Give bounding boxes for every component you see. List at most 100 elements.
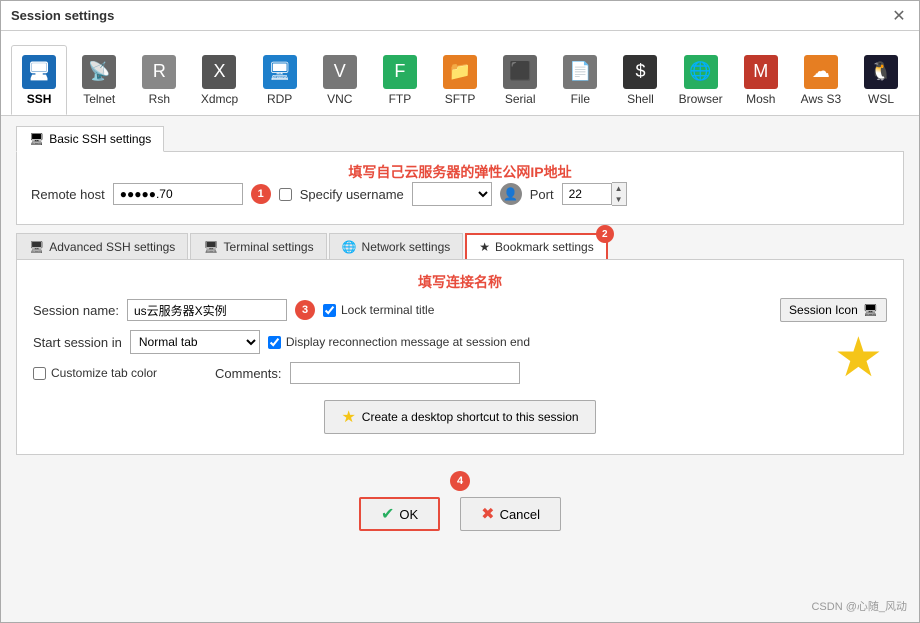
basic-ssh-panel: 🖥 Basic SSH settings 填写自己云服务器的弹性公网IP地址 R… <box>16 126 904 225</box>
shortcut-btn-wrap: ★ Create a desktop shortcut to this sess… <box>33 392 887 442</box>
proto-tab-rsh[interactable]: R Rsh <box>131 45 187 115</box>
port-label: Port <box>530 187 554 202</box>
terminal-icon: 🖥 <box>203 240 218 254</box>
badge-2: 2 <box>596 225 614 243</box>
proto-tab-mosh[interactable]: M Mosh <box>733 45 789 115</box>
proto-icon-awss3: ☁ <box>804 55 838 89</box>
lock-title-checkbox[interactable] <box>323 304 336 317</box>
proto-icon-rsh: R <box>142 55 176 89</box>
annotation-ip: 填写自己云服务器的弹性公网IP地址 <box>31 162 889 182</box>
cancel-button[interactable]: ✖ Cancel <box>460 497 561 531</box>
proto-label-serial: Serial <box>505 92 536 106</box>
remote-host-label: Remote host <box>31 187 105 202</box>
proto-label-browser: Browser <box>679 92 723 106</box>
port-increment[interactable]: ▲ <box>612 183 626 194</box>
proto-icon-ssh: 🖥 <box>22 55 56 89</box>
proto-icon-file: 📄 <box>563 55 597 89</box>
proto-tab-sftp[interactable]: 📁 SFTP <box>432 45 488 115</box>
session-icon-button[interactable]: Session Icon 🖥 <box>780 298 887 322</box>
tab-bookmark[interactable]: ★ Bookmark settings 2 <box>465 233 607 259</box>
badge-1: 1 <box>251 184 271 204</box>
remote-host-input[interactable] <box>113 183 243 205</box>
proto-label-rdp: RDP <box>267 92 292 106</box>
proto-icon-vnc: V <box>323 55 357 89</box>
basic-ssh-tabs: 🖥 Basic SSH settings <box>16 126 904 152</box>
proto-label-file: File <box>571 92 590 106</box>
port-spinner: ▲ ▼ <box>562 182 627 206</box>
proto-icon-telnet: 📡 <box>82 55 116 89</box>
tab-color-comments-row: Customize tab color Comments: <box>33 362 887 384</box>
start-session-label: Start session in <box>33 335 122 350</box>
proto-label-xdmcp: Xdmcp <box>201 92 238 106</box>
proto-label-shell: Shell <box>627 92 654 106</box>
specify-username-checkbox[interactable] <box>279 188 292 201</box>
close-button[interactable]: ✕ <box>889 6 909 26</box>
proto-label-ftp: FTP <box>389 92 412 106</box>
tab-network[interactable]: 🌐 Network settings <box>329 233 464 259</box>
proto-tab-shell[interactable]: $ Shell <box>612 45 668 115</box>
proto-label-telnet: Telnet <box>83 92 115 106</box>
port-input[interactable] <box>562 183 612 205</box>
comments-input[interactable] <box>290 362 520 384</box>
shortcut-star-icon: ★ <box>341 407 355 427</box>
session-icon-img: 🖥 <box>863 303 878 317</box>
proto-label-rsh: Rsh <box>149 92 170 106</box>
session-name-label: Session name: <box>33 303 119 318</box>
settings-section: 🖥 Advanced SSH settings 🖥 Terminal setti… <box>16 233 904 455</box>
tab-terminal[interactable]: 🖥 Terminal settings <box>190 233 326 259</box>
network-icon: 🌐 <box>342 240 357 254</box>
main-content: 🖥 Basic SSH settings 填写自己云服务器的弹性公网IP地址 R… <box>1 116 919 622</box>
basic-ssh-content: 填写自己云服务器的弹性公网IP地址 Remote host 1 Specify … <box>16 151 904 225</box>
session-name-input[interactable] <box>127 299 287 321</box>
proto-tab-browser[interactable]: 🌐 Browser <box>673 45 729 115</box>
proto-icon-rdp: 🖥 <box>263 55 297 89</box>
proto-tab-serial[interactable]: ⬛ Serial <box>492 45 548 115</box>
bookmark-settings-content: 填写连接名称 Session name: 3 Lock terminal tit… <box>16 259 904 455</box>
specify-username-label[interactable]: Specify username <box>300 187 404 202</box>
proto-icon-shell: $ <box>623 55 657 89</box>
proto-tab-telnet[interactable]: 📡 Telnet <box>71 45 127 115</box>
cancel-icon: ✖ <box>481 504 494 524</box>
display-reconnect-label[interactable]: Display reconnection message at session … <box>268 335 530 349</box>
proto-icon-wsl: 🐧 <box>864 55 898 89</box>
proto-tab-file[interactable]: 📄 File <box>552 45 608 115</box>
proto-tab-ssh[interactable]: 🖥 SSH <box>11 45 67 115</box>
comments-label: Comments: <box>215 366 281 381</box>
customize-tab-color-label[interactable]: Customize tab color <box>33 366 157 380</box>
proto-tab-xdmcp[interactable]: X Xdmcp <box>191 45 247 115</box>
customize-tab-color-checkbox[interactable] <box>33 367 46 380</box>
proto-tab-ftp[interactable]: F FTP <box>372 45 428 115</box>
proto-icon-xdmcp: X <box>202 55 236 89</box>
proto-label-sftp: SFTP <box>445 92 476 106</box>
watermark: CSDN @心随_风动 <box>811 598 907 614</box>
session-icon-area: Session Icon 🖥 <box>780 298 887 322</box>
remote-host-row: Remote host 1 Specify username 👤 Port ▲ <box>31 182 889 206</box>
button-row: ✔ OK ✖ Cancel <box>359 497 561 531</box>
display-reconnect-checkbox[interactable] <box>268 336 281 349</box>
star-decoration: ★ <box>834 325 883 389</box>
user-icon[interactable]: 👤 <box>500 183 522 205</box>
advanced-ssh-icon: 🖥 <box>29 240 44 254</box>
create-shortcut-button[interactable]: ★ Create a desktop shortcut to this sess… <box>324 400 595 434</box>
proto-icon-browser: 🌐 <box>684 55 718 89</box>
settings-tabs-row: 🖥 Advanced SSH settings 🖥 Terminal setti… <box>16 233 904 259</box>
tab-advanced-ssh[interactable]: 🖥 Advanced SSH settings <box>16 233 188 259</box>
proto-tab-wsl[interactable]: 🐧 WSL <box>853 45 909 115</box>
start-session-select[interactable]: Normal tab New window Existing tab <box>130 330 260 354</box>
username-select[interactable] <box>412 182 492 206</box>
proto-label-ssh: SSH <box>27 92 52 106</box>
ok-button[interactable]: ✔ OK <box>359 497 440 531</box>
proto-label-awss3: Aws S3 <box>801 92 841 106</box>
lock-title-label[interactable]: Lock terminal title <box>323 303 434 317</box>
proto-tab-awss3[interactable]: ☁ Aws S3 <box>793 45 849 115</box>
proto-icon-sftp: 📁 <box>443 55 477 89</box>
session-settings-dialog: Session settings ✕ 🖥 SSH 📡 Telnet R Rsh … <box>0 0 920 623</box>
proto-icon-mosh: M <box>744 55 778 89</box>
badge-3: 3 <box>295 300 315 320</box>
proto-tab-rdp[interactable]: 🖥 RDP <box>252 45 308 115</box>
proto-tab-vnc[interactable]: V VNC <box>312 45 368 115</box>
port-decrement[interactable]: ▼ <box>612 194 626 205</box>
bottom-area: 4 ✔ OK ✖ Cancel <box>16 463 904 537</box>
title-bar: Session settings ✕ <box>1 1 919 31</box>
basic-ssh-tab[interactable]: 🖥 Basic SSH settings <box>16 126 164 152</box>
